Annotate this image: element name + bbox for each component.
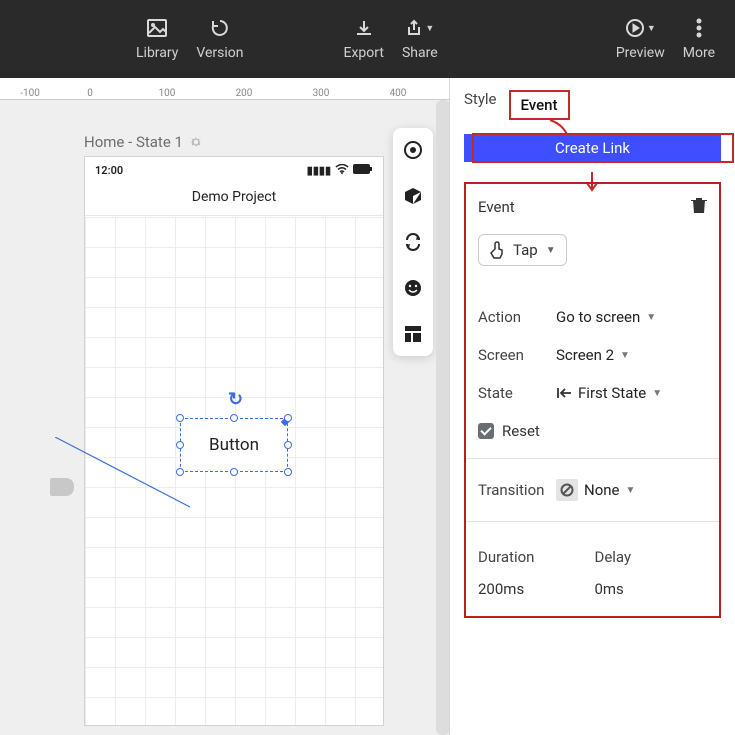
device-statusbar: 12:00 ▮▮▮▮ <box>85 157 383 183</box>
action-value: Go to screen <box>556 308 640 326</box>
share-button[interactable]: ▼ Share <box>402 17 438 61</box>
resize-handle[interactable] <box>176 414 184 422</box>
image-icon <box>147 17 167 39</box>
screen-selector[interactable]: Screen 2 ▼ <box>556 346 630 364</box>
duration-value[interactable]: 200ms <box>478 580 534 598</box>
library-button[interactable]: Library <box>136 17 178 61</box>
first-state-icon <box>556 387 572 399</box>
battery-icon <box>353 164 373 177</box>
more-icon <box>696 17 702 39</box>
trigger-value: Tap <box>513 241 538 259</box>
version-label: Version <box>196 45 243 61</box>
ruler-tick: -100 <box>20 88 40 99</box>
transition-value: None <box>584 481 620 499</box>
version-button[interactable]: Version <box>196 17 243 61</box>
reset-checkbox[interactable]: Reset <box>478 422 707 440</box>
delay-label: Delay <box>594 548 631 566</box>
duration-label: Duration <box>478 548 534 566</box>
layout-icon[interactable] <box>401 322 425 346</box>
trigger-selector[interactable]: Tap ▼ <box>478 234 567 266</box>
chevron-down-icon: ▼ <box>646 312 656 323</box>
play-icon: ▼ <box>625 17 656 39</box>
canvas-scrollbar[interactable] <box>436 100 450 735</box>
floating-toolbar <box>393 128 433 356</box>
resize-handle[interactable] <box>230 468 238 476</box>
statusbar-time: 12:00 <box>95 164 123 177</box>
download-icon <box>355 17 373 39</box>
device-frame: 12:00 ▮▮▮▮ Demo Project ↻ Button <box>84 156 384 726</box>
canvas-label-tag[interactable] <box>50 478 74 496</box>
share-icon: ▼ <box>405 17 434 39</box>
ruler-tick: 300 <box>313 88 330 99</box>
export-label: Export <box>344 45 384 61</box>
target-icon[interactable] <box>401 138 425 162</box>
state-label: State <box>478 384 556 402</box>
tab-event[interactable]: Event <box>509 90 570 120</box>
tap-icon <box>489 241 505 259</box>
cube-icon[interactable] <box>401 184 425 208</box>
sync-icon[interactable] <box>401 230 425 254</box>
delay-value[interactable]: 0ms <box>594 580 631 598</box>
resize-handle[interactable] <box>284 441 292 449</box>
history-icon <box>210 17 230 39</box>
chevron-down-icon: ▼ <box>546 245 556 256</box>
chevron-down-icon: ▼ <box>652 388 662 399</box>
canvas-area[interactable]: -100 0 100 200 300 400 Home - State 1 12… <box>0 78 450 735</box>
reset-label: Reset <box>502 422 540 440</box>
wifi-icon <box>335 164 349 177</box>
divider <box>466 521 719 522</box>
transition-selector[interactable]: None ▼ <box>556 479 635 501</box>
annotation-box <box>472 133 734 163</box>
event-settings-panel: Event Tap ▼ Action Go to screen ▼ Screen <box>464 182 721 618</box>
resize-handle[interactable] <box>284 414 292 422</box>
ruler-tick: 200 <box>236 88 253 99</box>
state-value: First State <box>578 384 646 402</box>
more-button[interactable]: More <box>683 17 715 61</box>
page-title-text: Home - State 1 <box>84 133 183 151</box>
action-selector[interactable]: Go to screen ▼ <box>556 308 656 326</box>
device-title: Demo Project <box>85 183 383 216</box>
ruler-tick: 0 <box>87 88 93 99</box>
share-label: Share <box>402 45 438 61</box>
delete-event-button[interactable] <box>691 196 707 218</box>
checkbox-checked-icon <box>478 423 494 439</box>
event-panel-title: Event <box>478 198 515 216</box>
action-label: Action <box>478 308 556 326</box>
smiley-icon[interactable] <box>401 276 425 300</box>
gear-icon <box>189 135 203 149</box>
resize-handle[interactable] <box>284 468 292 476</box>
rotate-icon[interactable]: ↻ <box>228 389 243 410</box>
screen-label: Screen <box>478 346 556 364</box>
ruler-tick: 400 <box>390 88 407 99</box>
divider <box>466 458 719 459</box>
resize-handle[interactable] <box>176 468 184 476</box>
no-transition-icon <box>556 479 578 501</box>
signal-icon: ▮▮▮▮ <box>307 164 331 177</box>
transition-label: Transition <box>478 481 556 499</box>
button-text: Button <box>209 435 259 455</box>
preview-button[interactable]: ▼ Preview <box>616 17 665 61</box>
create-link-button[interactable]: Create Link <box>464 134 721 162</box>
resize-handle[interactable] <box>230 414 238 422</box>
export-button[interactable]: Export <box>344 17 384 61</box>
top-toolbar: Library Version Export ▼ Share ▼ P <box>0 0 735 78</box>
preview-label: Preview <box>616 45 665 61</box>
ruler-tick: 100 <box>159 88 176 99</box>
selected-button-widget[interactable]: Button <box>180 418 288 472</box>
library-label: Library <box>136 45 178 61</box>
page-title[interactable]: Home - State 1 <box>84 133 203 151</box>
tab-style[interactable]: Style <box>464 90 497 108</box>
chevron-down-icon: ▼ <box>626 485 636 496</box>
chevron-down-icon: ▼ <box>620 350 630 361</box>
inspector-panel: Style Event Create Link Event Tap ▼ <box>450 78 735 735</box>
screen-value: Screen 2 <box>556 346 614 364</box>
resize-handle[interactable] <box>176 441 184 449</box>
state-selector[interactable]: First State ▼ <box>556 384 662 402</box>
more-label: More <box>683 45 715 61</box>
horizontal-ruler: -100 0 100 200 300 400 <box>0 78 449 100</box>
